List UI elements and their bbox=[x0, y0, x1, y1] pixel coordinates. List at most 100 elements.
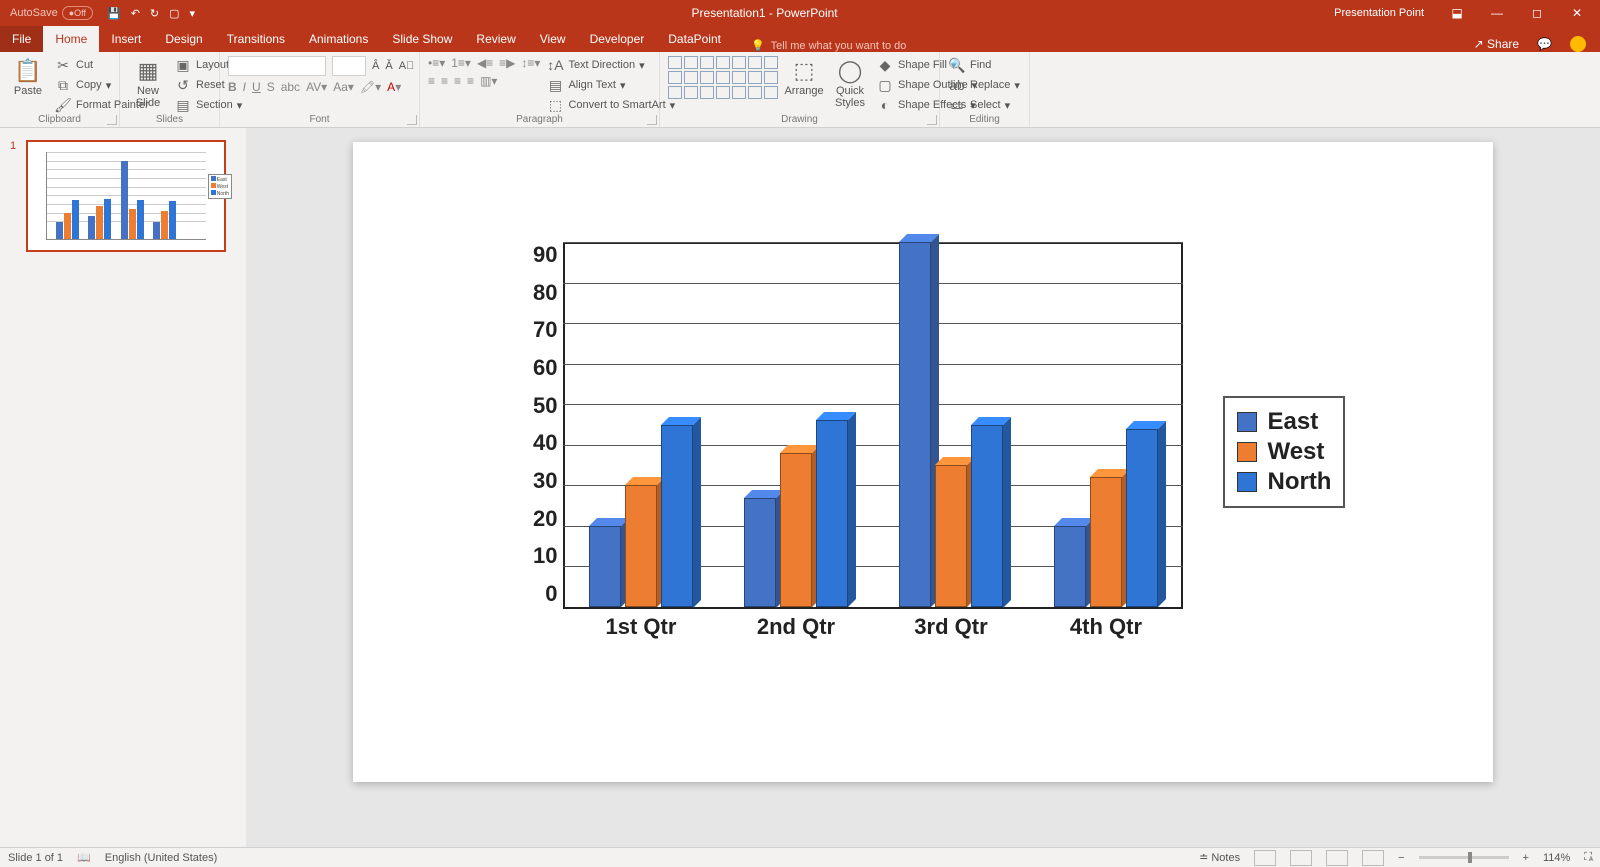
bar-west-2 bbox=[935, 457, 975, 607]
columns-button[interactable]: ▥▾ bbox=[480, 74, 497, 88]
chart-plot-area: 1st Qtr2nd Qtr3rd Qtr4th Qtr bbox=[563, 242, 1183, 637]
slide-indicator[interactable]: Slide 1 of 1 bbox=[8, 852, 63, 864]
underline-button[interactable]: U bbox=[252, 80, 261, 94]
normal-view-button[interactable] bbox=[1254, 850, 1276, 866]
chart-legend: EastWestNorth bbox=[1223, 396, 1345, 508]
slide-thumbnail-1[interactable]: EastWestNorth bbox=[26, 140, 226, 252]
x-tick: 4th Qtr bbox=[1028, 614, 1183, 640]
start-slideshow-icon[interactable]: ▢ bbox=[169, 7, 179, 20]
bullets-button[interactable]: •≡▾ bbox=[428, 56, 445, 70]
maximize-button[interactable]: ◻ bbox=[1520, 0, 1554, 26]
collapse-ribbon-icon[interactable]: ˄ bbox=[1588, 854, 1594, 865]
text-direction-button[interactable]: ↕AText Direction ▾ bbox=[546, 56, 675, 74]
zoom-slider[interactable] bbox=[1419, 856, 1509, 859]
sorter-view-button[interactable] bbox=[1290, 850, 1312, 866]
shapes-gallery[interactable] bbox=[668, 56, 778, 99]
increase-font-icon[interactable]: Â bbox=[372, 60, 379, 72]
font-name-input[interactable] bbox=[228, 56, 326, 76]
ribbon-display-icon[interactable]: ⬓ bbox=[1440, 0, 1474, 26]
clipboard-launcher[interactable] bbox=[107, 115, 117, 125]
spellcheck-icon[interactable]: 📖 bbox=[77, 851, 91, 864]
tab-view[interactable]: View bbox=[528, 26, 578, 52]
tab-insert[interactable]: Insert bbox=[99, 26, 153, 52]
align-center-button[interactable]: ≡ bbox=[441, 74, 448, 88]
bold-button[interactable]: B bbox=[228, 80, 237, 94]
strikethrough-button[interactable]: abc bbox=[281, 80, 300, 94]
y-tick: 50 bbox=[533, 393, 557, 419]
tell-me[interactable]: 💡 Tell me what you want to do bbox=[751, 39, 906, 52]
slideshow-view-button[interactable] bbox=[1362, 850, 1384, 866]
bar-east-3 bbox=[1054, 518, 1094, 607]
tab-file[interactable]: File bbox=[0, 26, 43, 52]
account-icon[interactable] bbox=[1570, 36, 1586, 52]
change-case-button[interactable]: Aa▾ bbox=[333, 80, 354, 94]
comments-icon[interactable]: 💬 bbox=[1537, 37, 1552, 51]
new-slide-icon: ▦ bbox=[135, 58, 161, 84]
ribbon: 📋 Paste ✂Cut ⧉Copy ▾ 🖌Format Painter Cli… bbox=[0, 52, 1600, 128]
tab-developer[interactable]: Developer bbox=[578, 26, 657, 52]
y-tick: 10 bbox=[533, 543, 557, 569]
lightbulb-icon: 💡 bbox=[751, 39, 765, 52]
tab-design[interactable]: Design bbox=[153, 26, 214, 52]
tab-datapoint[interactable]: DataPoint bbox=[656, 26, 733, 52]
slide-thumbnails-panel: 1 EastWestNorth bbox=[0, 128, 246, 847]
paste-icon: 📋 bbox=[15, 58, 41, 84]
zoom-in-button[interactable]: + bbox=[1523, 852, 1529, 864]
zoom-level[interactable]: 114% bbox=[1543, 852, 1570, 864]
notes-button[interactable]: ≐ Notes bbox=[1199, 851, 1240, 864]
shape-effects-icon: ◐ bbox=[876, 96, 894, 114]
language-indicator[interactable]: English (United States) bbox=[105, 852, 218, 864]
shadow-button[interactable]: S bbox=[267, 80, 275, 94]
smartart-button[interactable]: ⬚Convert to SmartArt ▾ bbox=[546, 96, 675, 114]
line-spacing-button[interactable]: ↕≡▾ bbox=[521, 56, 540, 70]
ribbon-tabs: File Home Insert Design Transitions Anim… bbox=[0, 26, 1600, 52]
paragraph-launcher[interactable] bbox=[647, 115, 657, 125]
italic-button[interactable]: I bbox=[243, 80, 246, 94]
close-button[interactable]: ✕ bbox=[1560, 0, 1594, 26]
font-color-button[interactable]: A▾ bbox=[387, 80, 401, 94]
find-button[interactable]: 🔍Find bbox=[948, 56, 1020, 74]
replace-button[interactable]: abReplace ▾ bbox=[948, 76, 1020, 94]
window-title: Presentation1 - PowerPoint bbox=[195, 6, 1334, 20]
slide-canvas[interactable]: 9080706050403020100 1st Qtr2nd Qtr3rd Qt… bbox=[353, 142, 1493, 782]
zoom-out-button[interactable]: − bbox=[1398, 852, 1404, 864]
justify-button[interactable]: ≡ bbox=[467, 74, 474, 88]
undo-icon[interactable]: ↶ bbox=[131, 7, 140, 20]
redo-icon[interactable]: ↻ bbox=[150, 7, 159, 20]
tab-review[interactable]: Review bbox=[464, 26, 527, 52]
y-tick: 0 bbox=[545, 581, 557, 607]
numbering-button[interactable]: 1≡▾ bbox=[451, 56, 471, 70]
highlight-button[interactable]: 🖍▾ bbox=[360, 80, 381, 94]
tab-animations[interactable]: Animations bbox=[297, 26, 380, 52]
decrease-indent-button[interactable]: ◀≡ bbox=[477, 56, 493, 70]
autosave-toggle[interactable]: AutoSave ● Off bbox=[0, 6, 103, 20]
arrange-button[interactable]: ⬚Arrange bbox=[784, 56, 824, 99]
minimize-button[interactable]: — bbox=[1480, 0, 1514, 26]
share-button[interactable]: ↗ Share bbox=[1474, 37, 1519, 51]
save-icon[interactable]: 💾 bbox=[107, 7, 121, 20]
clear-format-icon[interactable]: A⃠ bbox=[399, 60, 415, 72]
chart[interactable]: 9080706050403020100 1st Qtr2nd Qtr3rd Qt… bbox=[533, 242, 1373, 662]
tab-transitions[interactable]: Transitions bbox=[215, 26, 297, 52]
replace-icon: ab bbox=[948, 76, 966, 94]
quick-styles-button[interactable]: ◯Quick Styles bbox=[830, 56, 870, 111]
drawing-launcher[interactable] bbox=[927, 115, 937, 125]
font-size-input[interactable] bbox=[332, 56, 366, 76]
tab-home[interactable]: Home bbox=[43, 26, 99, 52]
align-text-button[interactable]: ▤Align Text ▾ bbox=[546, 76, 675, 94]
align-right-button[interactable]: ≡ bbox=[454, 74, 461, 88]
reading-view-button[interactable] bbox=[1326, 850, 1348, 866]
arrange-icon: ⬚ bbox=[791, 58, 817, 84]
increase-indent-button[interactable]: ≡▶ bbox=[499, 56, 515, 70]
decrease-font-icon[interactable]: Ǎ bbox=[385, 60, 392, 72]
align-left-button[interactable]: ≡ bbox=[428, 74, 435, 88]
select-button[interactable]: ▭Select ▾ bbox=[948, 96, 1020, 114]
char-spacing-button[interactable]: AV▾ bbox=[306, 80, 327, 94]
slide-editor[interactable]: 9080706050403020100 1st Qtr2nd Qtr3rd Qt… bbox=[246, 128, 1600, 847]
reset-icon: ↺ bbox=[174, 76, 192, 94]
select-icon: ▭ bbox=[948, 96, 966, 114]
tab-slideshow[interactable]: Slide Show bbox=[380, 26, 464, 52]
font-launcher[interactable] bbox=[407, 115, 417, 125]
new-slide-button[interactable]: ▦ New Slide bbox=[128, 56, 168, 111]
paste-button[interactable]: 📋 Paste bbox=[8, 56, 48, 99]
